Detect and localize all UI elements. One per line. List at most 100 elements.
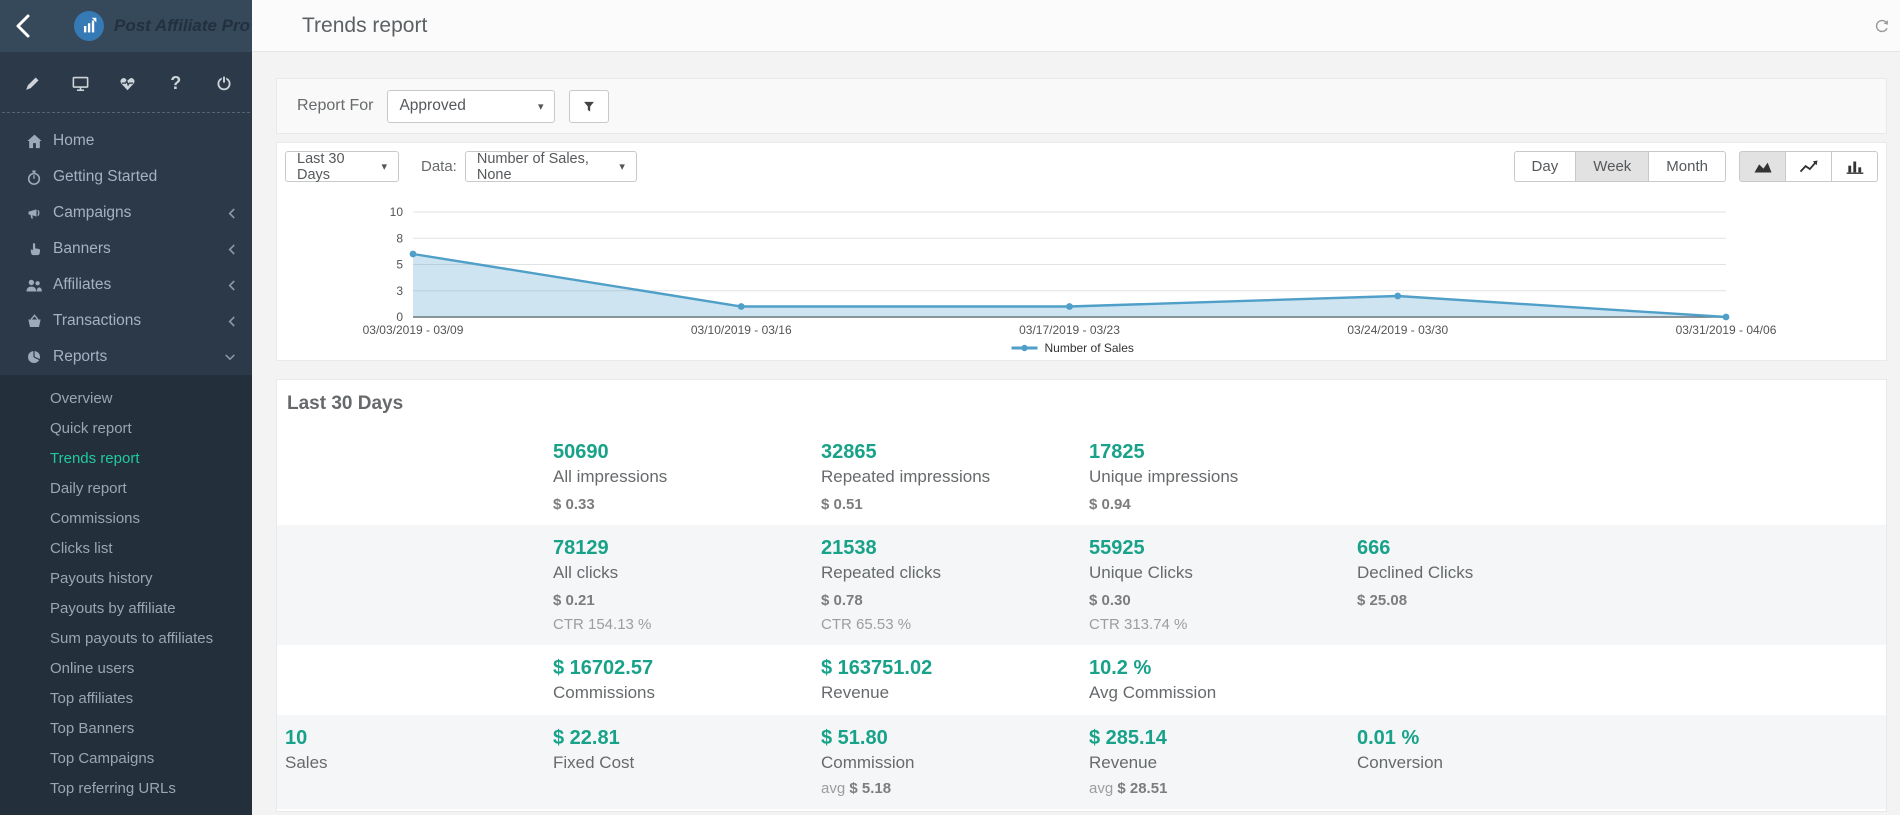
period-week-button[interactable]: Week — [1575, 151, 1649, 182]
users-icon — [24, 278, 44, 293]
megaphone-icon — [24, 205, 44, 221]
period-day-button[interactable]: Day — [1514, 151, 1577, 182]
refresh-icon[interactable] — [1874, 18, 1890, 34]
area-chart-icon — [1752, 158, 1774, 175]
stat-all-clicks: 78129 All clicks $ 0.21 CTR 154.13 % — [553, 537, 821, 633]
stat-conversion: 0.01 % Conversion — [1357, 727, 1625, 797]
sidebar-subitem-clicks-list[interactable]: Clicks list — [0, 533, 252, 563]
monitor-icon[interactable] — [70, 72, 91, 94]
sidebar-subitem-commissions[interactable]: Commissions — [0, 503, 252, 533]
collapse-sidebar-icon[interactable] — [14, 13, 32, 39]
sidebar-item-reports[interactable]: Reports — [0, 339, 252, 375]
top-header: Trends report — [252, 0, 1900, 52]
stat-unique-clicks: 55925 Unique Clicks $ 0.30 CTR 313.74 % — [1089, 537, 1357, 633]
app-logo-icon — [74, 11, 104, 41]
sidebar-subitem-payouts-by-affiliate[interactable]: Payouts by affiliate — [0, 593, 252, 623]
line-chart-button[interactable] — [1785, 151, 1832, 182]
sidebar-divider — [2, 112, 250, 113]
bar-chart-button[interactable] — [1831, 151, 1878, 182]
caret-down-icon: ▾ — [538, 100, 544, 113]
chevron-down-icon — [222, 353, 236, 362]
basket-icon — [24, 314, 44, 329]
page-title: Trends report — [302, 14, 427, 38]
pie-chart-icon — [24, 349, 44, 365]
stat-revenue-per-sale: $ 285.14 Revenue avg $ 28.51 — [1089, 727, 1357, 797]
report-filter-card: Report For Approved ▾ — [276, 78, 1887, 134]
sidebar-subitem-top-affiliates[interactable]: Top affiliates — [0, 683, 252, 713]
sidebar-subitem-trends-report[interactable]: Trends report — [0, 443, 252, 473]
stats-title: Last 30 Days — [277, 380, 1886, 429]
sidebar-item-campaigns[interactable]: Campaigns — [0, 195, 252, 231]
trends-area-chart[interactable]: 03581003/03/2019 - 03/0903/10/2019 - 03/… — [285, 192, 1878, 354]
area-chart-button[interactable] — [1739, 151, 1786, 182]
hand-pointer-icon — [24, 241, 44, 257]
svg-text:03/24/2019 - 03/30: 03/24/2019 - 03/30 — [1347, 323, 1448, 337]
chevron-left-icon — [222, 207, 236, 220]
period-button-group: Day Week Month — [1514, 151, 1726, 182]
sidebar-item-getting-started[interactable]: Getting Started — [0, 159, 252, 195]
main-area: Trends report Report For Approved ▾ — [252, 0, 1900, 815]
data-series-select[interactable]: Number of Sales, None ▾ — [465, 151, 637, 182]
sidebar-quick-icons: ? — [0, 52, 252, 112]
caret-down-icon: ▾ — [619, 160, 625, 173]
edit-icon[interactable] — [22, 72, 43, 94]
sidebar-subitem-quick-report[interactable]: Quick report — [0, 413, 252, 443]
svg-text:0: 0 — [396, 310, 403, 324]
sidebar-subitem-payouts-history[interactable]: Payouts history — [0, 563, 252, 593]
report-for-label: Report For — [297, 97, 373, 115]
sidebar-subitem-top-campaigns[interactable]: Top Campaigns — [0, 743, 252, 773]
line-chart-icon — [1798, 158, 1820, 175]
stat-avg-commission: 10.2 % Avg Commission — [1089, 657, 1357, 703]
svg-text:10: 10 — [390, 205, 404, 219]
sidebar-item-home[interactable]: Home — [0, 123, 252, 159]
stats-row-sales: 10 Sales $ 22.81 Fixed Cost $ 51.80 Comm… — [277, 715, 1886, 809]
stat-revenue-total: $ 163751.02 Revenue — [821, 657, 1089, 703]
app-logo-text: Post Affiliate Pro — [114, 16, 250, 36]
sidebar: Post Affiliate Pro ? Home — [0, 0, 252, 815]
sidebar-item-affiliates[interactable]: Affiliates — [0, 267, 252, 303]
home-icon — [24, 133, 44, 149]
heartbeat-icon[interactable] — [118, 72, 139, 94]
reports-submenu: Overview Quick report Trends report Dail… — [0, 375, 252, 815]
report-for-value: Approved — [399, 97, 465, 115]
chart-type-button-group — [1739, 151, 1878, 182]
period-month-button[interactable]: Month — [1648, 151, 1726, 182]
power-icon[interactable] — [213, 72, 234, 94]
svg-text:Number of Sales: Number of Sales — [1045, 341, 1134, 354]
sidebar-subitem-online-users[interactable]: Online users — [0, 653, 252, 683]
sidebar-subitem-top-banners[interactable]: Top Banners — [0, 713, 252, 743]
sidebar-menu: Home Getting Started Campaigns Banners A… — [0, 117, 252, 375]
stat-repeated-impressions: 32865 Repeated impressions $ 0.51 — [821, 441, 1089, 513]
sidebar-subitem-top-referring-urls[interactable]: Top referring URLs — [0, 773, 252, 803]
sidebar-subitem-sum-payouts[interactable]: Sum payouts to affiliates — [0, 623, 252, 653]
sidebar-subitem-overview[interactable]: Overview — [0, 383, 252, 413]
svg-text:03/03/2019 - 03/09: 03/03/2019 - 03/09 — [363, 323, 464, 337]
filter-button[interactable] — [569, 90, 609, 123]
stopwatch-icon — [24, 169, 44, 186]
stats-row-impressions: 50690 All impressions $ 0.33 32865 Repea… — [277, 429, 1886, 525]
trends-chart-card: Last 30 Days ▾ Data: Number of Sales, No… — [276, 142, 1887, 361]
bar-chart-icon — [1845, 158, 1865, 175]
svg-text:5: 5 — [396, 258, 403, 272]
sidebar-item-banners[interactable]: Banners — [0, 231, 252, 267]
svg-text:03/17/2019 - 03/23: 03/17/2019 - 03/23 — [1019, 323, 1120, 337]
chart-toolbar: Last 30 Days ▾ Data: Number of Sales, No… — [285, 151, 1878, 182]
chevron-left-icon — [222, 315, 236, 328]
stats-row-commissions: $ 16702.57 Commissions $ 163751.02 Reven… — [277, 645, 1886, 715]
stat-commissions-total: $ 16702.57 Commissions — [553, 657, 821, 703]
stat-declined-clicks: 666 Declined Clicks $ 25.08 — [1357, 537, 1625, 633]
caret-down-icon: ▾ — [381, 160, 387, 173]
stats-row-clicks: 78129 All clicks $ 0.21 CTR 154.13 % 215… — [277, 525, 1886, 645]
report-for-select[interactable]: Approved ▾ — [387, 90, 555, 123]
date-range-select[interactable]: Last 30 Days ▾ — [285, 151, 399, 182]
sidebar-item-transactions[interactable]: Transactions — [0, 303, 252, 339]
chevron-left-icon — [222, 243, 236, 256]
stat-fixed-cost: $ 22.81 Fixed Cost — [553, 727, 821, 797]
stat-all-impressions: 50690 All impressions $ 0.33 — [553, 441, 821, 513]
sidebar-header: Post Affiliate Pro — [0, 0, 252, 52]
stats-card: Last 30 Days 50690 All impressions $ 0.3… — [276, 379, 1887, 812]
chevron-left-icon — [222, 279, 236, 292]
sidebar-subitem-daily-report[interactable]: Daily report — [0, 473, 252, 503]
svg-text:8: 8 — [396, 231, 403, 245]
help-icon[interactable]: ? — [165, 72, 186, 94]
